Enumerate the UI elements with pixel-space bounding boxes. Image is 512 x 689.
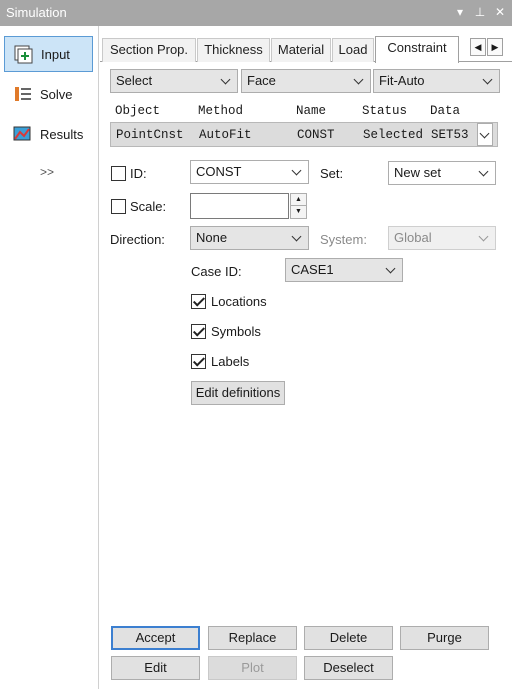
edit-button[interactable]: Edit xyxy=(111,656,200,680)
scale-spinner[interactable]: ▲ ▼ xyxy=(290,193,307,219)
cell-method: AutoFit xyxy=(199,128,252,142)
tab-scroll-left-icon[interactable]: ◀ xyxy=(470,38,486,56)
id-combo[interactable]: CONST xyxy=(190,160,309,184)
chevron-down-icon xyxy=(481,70,495,92)
dropdown-icon[interactable]: ▾ xyxy=(452,4,468,21)
direction-label: Direction: xyxy=(110,232,165,247)
scale-checkbox[interactable] xyxy=(111,199,126,214)
scale-label: Scale: xyxy=(130,199,167,214)
close-icon[interactable]: ✕ xyxy=(492,4,508,21)
solve-icon xyxy=(12,84,34,104)
caseid-label: Case ID: xyxy=(191,264,242,279)
purge-button[interactable]: Purge xyxy=(400,626,489,650)
chevron-down-icon xyxy=(219,70,233,92)
select-mode-value: Select xyxy=(116,73,153,88)
caseid-value: CASE1 xyxy=(291,262,334,277)
entity-type-value: Face xyxy=(247,73,276,88)
tab-section-prop[interactable]: Section Prop. xyxy=(102,38,196,62)
column-header-data: Data xyxy=(430,104,461,118)
chevron-down-icon xyxy=(290,227,304,249)
deselect-button[interactable]: Deselect xyxy=(304,656,393,680)
cell-name: CONST xyxy=(297,128,335,142)
system-label: System: xyxy=(320,232,367,247)
spin-down-icon[interactable]: ▼ xyxy=(291,206,306,218)
tab-thickness[interactable]: Thickness xyxy=(197,38,270,62)
left-nav: Input Solve Results >> xyxy=(0,26,99,689)
chevron-down-icon xyxy=(290,161,304,183)
nav-item-input[interactable]: Input xyxy=(4,36,93,72)
tab-strip: Section Prop. Thickness Material Load Co… xyxy=(100,36,512,63)
set-dropdown[interactable]: New set xyxy=(388,161,496,185)
id-label: ID: xyxy=(130,166,147,181)
object-table-header: Object Method Name Status Data xyxy=(110,100,498,122)
input-icon xyxy=(13,44,35,64)
object-table-row[interactable]: PointCnst AutoFit CONST Selected SET53 xyxy=(110,122,498,147)
cell-status: Selected xyxy=(363,128,424,142)
fit-mode-dropdown[interactable]: Fit-Auto xyxy=(373,69,500,93)
replace-button[interactable]: Replace xyxy=(208,626,297,650)
column-header-name: Name xyxy=(296,104,327,118)
spin-up-icon[interactable]: ▲ xyxy=(291,194,306,206)
locations-checkbox[interactable] xyxy=(191,294,206,309)
panel-title-bar: Simulation ▾ ⊥ ✕ xyxy=(0,0,512,26)
delete-button[interactable]: Delete xyxy=(304,626,393,650)
direction-value: None xyxy=(196,230,228,245)
column-header-status: Status xyxy=(362,104,408,118)
symbols-checkbox[interactable] xyxy=(191,324,206,339)
scale-input[interactable] xyxy=(190,193,289,219)
set-label: Set: xyxy=(320,166,344,181)
system-value: Global xyxy=(394,230,432,245)
tab-scroll-right-icon[interactable]: ▶ xyxy=(487,38,503,56)
select-mode-dropdown[interactable]: Select xyxy=(110,69,238,93)
chevron-down-icon xyxy=(352,70,366,92)
caseid-dropdown[interactable]: CASE1 xyxy=(285,258,403,282)
tab-constraint[interactable]: Constraint xyxy=(375,36,459,63)
symbols-label: Symbols xyxy=(211,324,261,339)
cell-object: PointCnst xyxy=(116,128,184,142)
nav-label-results: Results xyxy=(40,126,84,142)
chevron-down-icon xyxy=(384,259,398,281)
locations-label: Locations xyxy=(211,294,267,309)
fit-mode-value: Fit-Auto xyxy=(379,73,425,88)
cell-data: SET53 xyxy=(431,128,469,142)
nav-label-solve: Solve xyxy=(40,86,73,102)
panel-title: Simulation xyxy=(6,5,67,20)
entity-type-dropdown[interactable]: Face xyxy=(241,69,371,93)
nav-item-results[interactable]: Results xyxy=(4,116,93,152)
id-value: CONST xyxy=(196,164,242,179)
chevron-down-icon xyxy=(477,227,491,249)
column-header-object: Object xyxy=(115,104,161,118)
column-header-method: Method xyxy=(198,104,244,118)
direction-dropdown[interactable]: None xyxy=(190,226,309,250)
tab-load[interactable]: Load xyxy=(332,38,374,62)
system-dropdown: Global xyxy=(388,226,496,250)
pin-icon[interactable]: ⊥ xyxy=(472,4,488,21)
set-value: New set xyxy=(394,165,441,180)
nav-item-solve[interactable]: Solve xyxy=(4,76,93,112)
edit-definitions-button[interactable]: Edit definitions xyxy=(191,381,285,405)
labels-checkbox[interactable] xyxy=(191,354,206,369)
chevron-down-icon xyxy=(477,162,491,184)
accept-button[interactable]: Accept xyxy=(111,626,200,650)
id-checkbox[interactable] xyxy=(111,166,126,181)
results-icon xyxy=(12,124,34,144)
labels-label: Labels xyxy=(211,354,250,369)
nav-expand-button[interactable]: >> xyxy=(40,165,54,179)
nav-label-input: Input xyxy=(41,46,70,62)
tab-material[interactable]: Material xyxy=(271,38,331,62)
plot-button: Plot xyxy=(208,656,297,680)
row-chevron-down-icon[interactable] xyxy=(477,123,493,146)
